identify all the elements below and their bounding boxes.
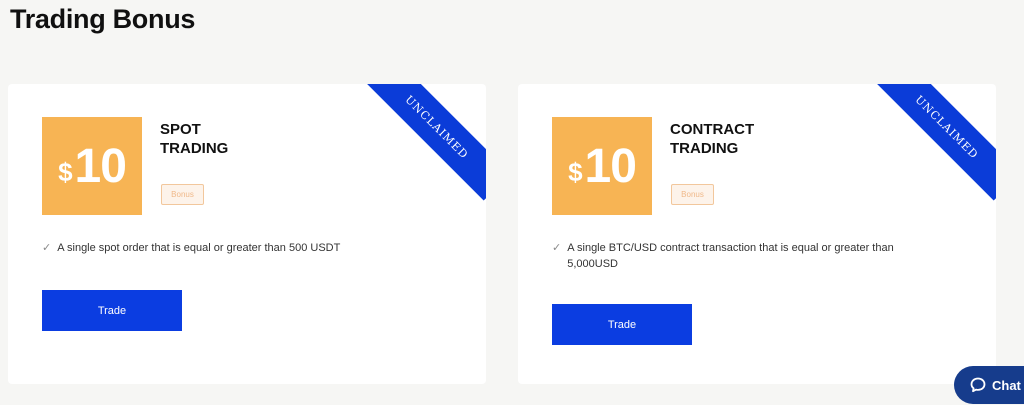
requirement-text: A single BTC/USD contract transaction th… (567, 242, 894, 270)
spot-trading-card: UNCLAIMED $ 10 SPOT TRADING Bonus ✓ A si… (8, 84, 486, 384)
trade-button[interactable]: Trade (42, 290, 182, 331)
chat-label: Chat (992, 377, 1021, 393)
page-title: Trading Bonus (10, 4, 196, 34)
card-title-line1: CONTRACT (670, 121, 755, 138)
currency-symbol: $ (568, 156, 583, 187)
card-title-line1: SPOT (160, 121, 201, 138)
bonus-amount-badge: $ 10 (42, 117, 142, 215)
check-icon: ✓ (42, 242, 52, 254)
card-title-line2: TRADING (670, 140, 739, 157)
requirement-item: ✓ A single spot order that is equal or g… (42, 240, 432, 256)
contract-trading-card: UNCLAIMED $ 10 CONTRACT TRADING Bonus ✓ … (518, 84, 996, 384)
bonus-amount-badge: $ 10 (552, 117, 652, 215)
unclaimed-ribbon: UNCLAIMED (873, 84, 996, 201)
status-tag: Bonus (671, 184, 714, 205)
requirement-text: A single spot order that is equal or gre… (57, 242, 341, 254)
chat-button[interactable]: Chat (954, 366, 1024, 404)
unclaimed-ribbon: UNCLAIMED (363, 84, 486, 201)
bonus-amount: 10 (74, 139, 127, 193)
currency-symbol: $ (58, 156, 73, 187)
status-tag: Bonus (161, 184, 204, 205)
chat-bubble-icon (970, 377, 986, 393)
check-icon: ✓ (552, 242, 562, 254)
card-title: SPOT TRADING (160, 120, 280, 158)
card-title-line2: TRADING (160, 140, 229, 157)
bonus-amount: 10 (584, 139, 637, 193)
card-title: CONTRACT TRADING (670, 120, 790, 158)
trade-button[interactable]: Trade (552, 304, 692, 345)
requirement-item: ✓ A single BTC/USD contract transaction … (552, 240, 942, 272)
